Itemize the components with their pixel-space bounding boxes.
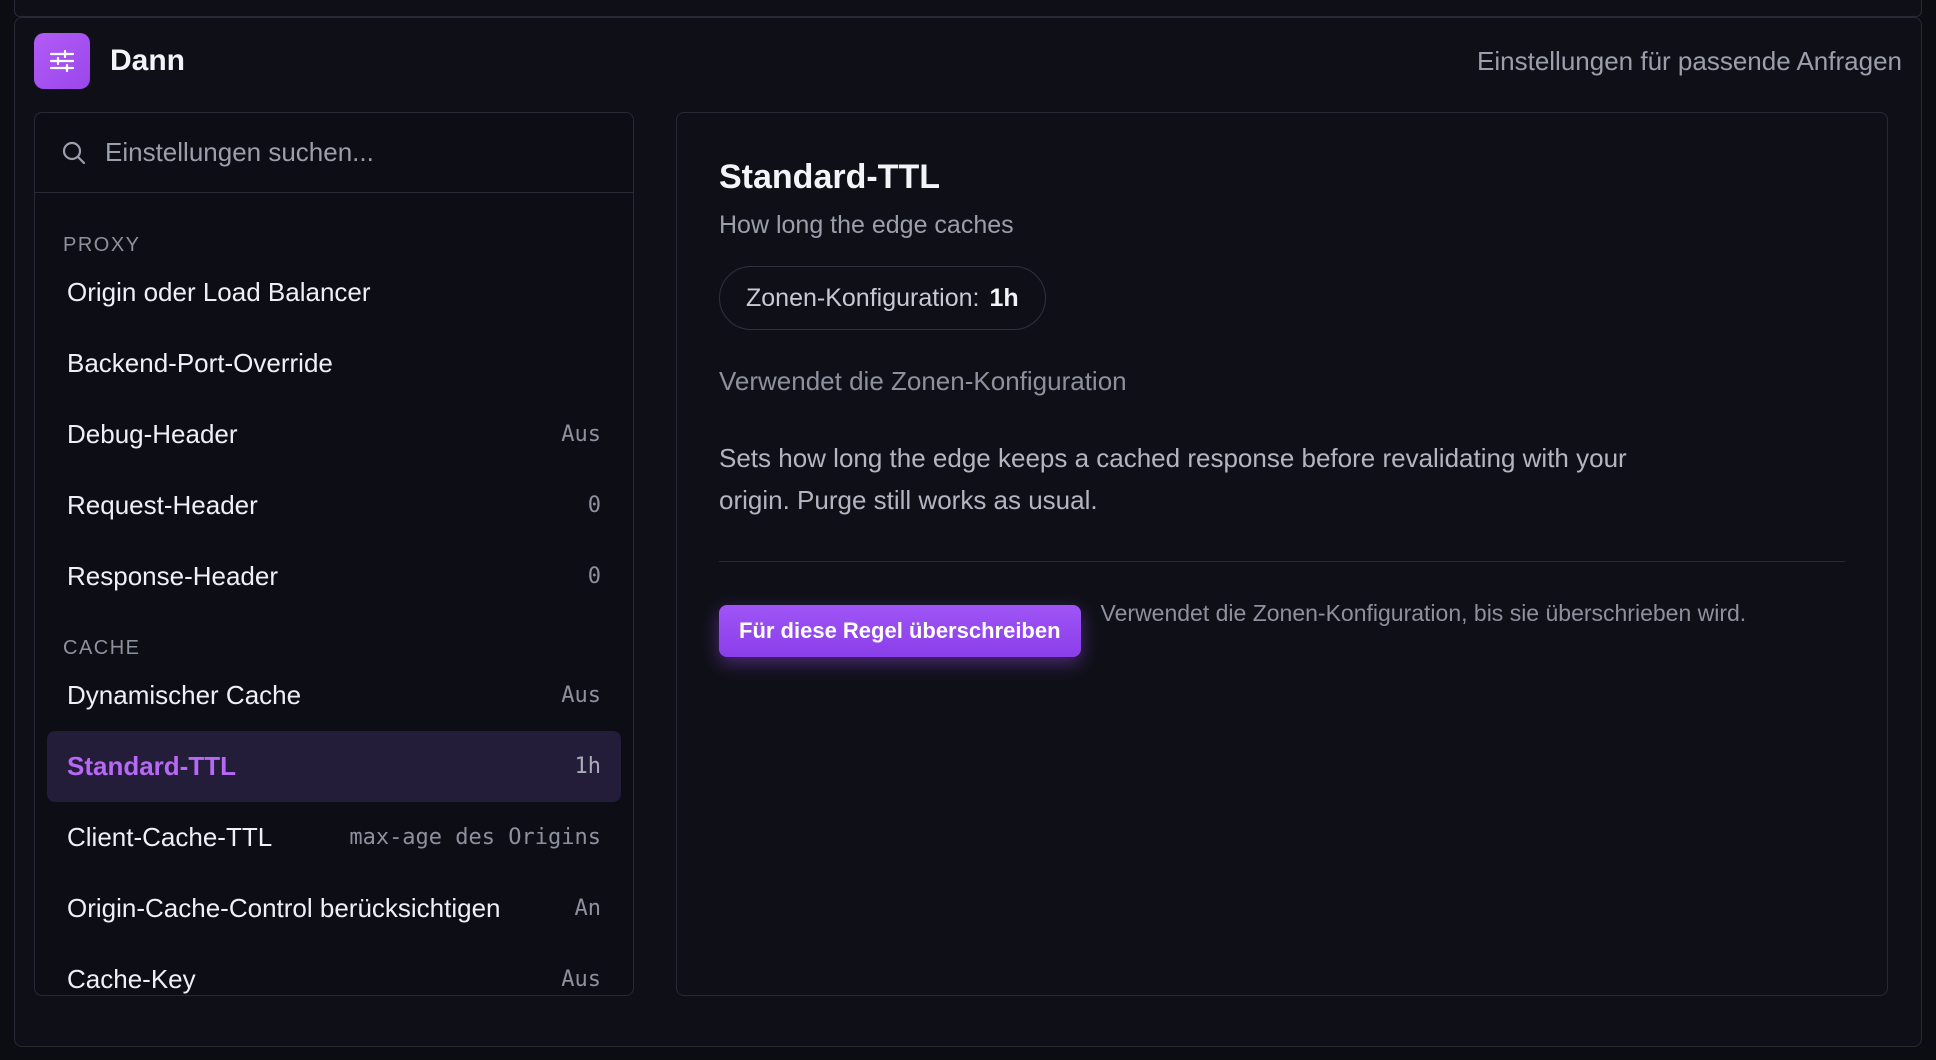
sidebar-item-value: Aus [561, 683, 601, 708]
search-icon [62, 141, 86, 164]
sidebar-item-label: Backend-Port-Override [67, 348, 333, 378]
search-bar [35, 113, 633, 193]
override-hint: Verwendet die Zonen-Konfiguration, bis s… [1100, 600, 1747, 626]
sliders-icon [34, 33, 90, 89]
divider [719, 561, 1845, 562]
sidebar-item-label: Client-Cache-TTL [67, 822, 273, 852]
settings-sidebar: PROXY Origin oder Load Balancer Backend-… [34, 112, 634, 996]
setting-description: Sets how long the edge keeps a cached re… [719, 443, 1627, 515]
zone-config-badge: Zonen-Konfiguration: 1h [719, 266, 1046, 330]
sidebar-item-label: Response-Header [67, 561, 279, 591]
search-input[interactable] [105, 137, 605, 168]
sidebar-item-label: Origin oder Load Balancer [67, 277, 371, 307]
page-title: Dann [110, 44, 185, 77]
card-header: Dann Einstellungen für passende Anfragen [34, 32, 1902, 90]
sidebar-item-value: An [574, 896, 602, 921]
sidebar-item-origin[interactable]: Origin oder Load Balancer [47, 257, 621, 328]
sidebar-item-value: Aus [561, 422, 601, 447]
sidebar-item-origin-cache-control[interactable]: Origin-Cache-Control berücksichtigen An [47, 873, 621, 944]
header-left: Dann [34, 33, 185, 89]
sidebar-item-debug-header[interactable]: Debug-Header Aus [47, 399, 621, 470]
uses-zone-status: Verwendet die Zonen-Konfiguration [719, 366, 1127, 396]
sidebar-item-value: 0 [587, 564, 601, 589]
settings-list: PROXY Origin oder Load Balancer Backend-… [35, 193, 633, 995]
top-panel-edge [14, 0, 1922, 17]
sidebar-item-client-cache-ttl[interactable]: Client-Cache-TTL max-age des Origins [47, 802, 621, 873]
sidebar-item-label: Origin-Cache-Control berücksichtigen [67, 893, 501, 923]
sidebar-item-request-header[interactable]: Request-Header 0 [47, 470, 621, 541]
setting-detail-panel: Standard-TTL How long the edge caches Zo… [676, 112, 1888, 996]
sidebar-item-label: Debug-Header [67, 419, 238, 449]
sidebar-item-label: Request-Header [67, 490, 258, 520]
sidebar-item-value: 1h [574, 754, 602, 779]
sidebar-item-value: Aus [561, 967, 601, 992]
override-row: Für diese Regel überschreiben Verwendet … [719, 600, 1845, 657]
sidebar-item-value: max-age des Origins [349, 825, 601, 850]
sidebar-item-dynamic-cache[interactable]: Dynamischer Cache Aus [47, 660, 621, 731]
sidebar-item-backend-port[interactable]: Backend-Port-Override [47, 328, 621, 399]
sidebar-item-label: Cache-Key [67, 964, 196, 994]
zone-config-value: 1h [989, 283, 1019, 312]
sidebar-item-cache-key[interactable]: Cache-Key Aus [47, 944, 621, 995]
sidebar-item-value: 0 [587, 493, 601, 518]
header-subtitle: Einstellungen für passende Anfragen [1477, 45, 1902, 76]
sidebar-item-standard-ttl[interactable]: Standard-TTL 1h [47, 731, 621, 802]
section-label-cache: CACHE [63, 637, 141, 659]
detail-subtitle: How long the edge caches [719, 211, 1014, 239]
detail-title: Standard-TTL [719, 158, 940, 196]
sidebar-item-label: Dynamischer Cache [67, 680, 302, 710]
section-label-proxy: PROXY [63, 234, 141, 256]
zone-config-label: Zonen-Konfiguration: [746, 283, 980, 312]
override-button[interactable]: Für diese Regel überschreiben [719, 605, 1081, 657]
sidebar-item-label: Standard-TTL [67, 751, 236, 781]
sidebar-item-response-header[interactable]: Response-Header 0 [47, 541, 621, 612]
